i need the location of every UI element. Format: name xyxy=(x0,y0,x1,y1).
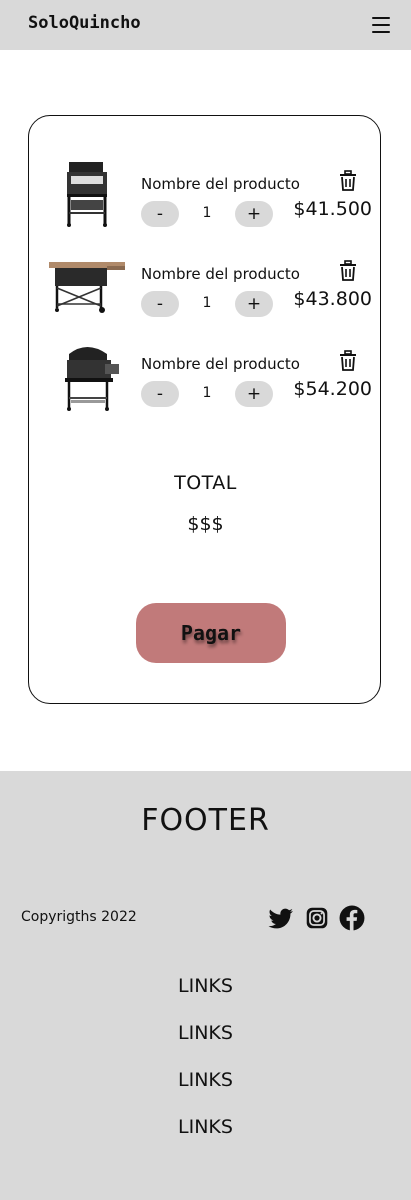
grill-product-image xyxy=(67,162,107,227)
increase-quantity-button[interactable]: + xyxy=(235,381,273,407)
product-name: Nombre del producto xyxy=(141,355,300,373)
menu-line xyxy=(372,31,390,33)
product-price: $54.200 xyxy=(293,378,372,400)
instagram-icon[interactable] xyxy=(304,905,330,931)
footer-title: FOOTER xyxy=(141,803,270,838)
product-name: Nombre del producto xyxy=(141,265,300,283)
trash-icon[interactable] xyxy=(338,260,358,282)
quantity-value: 1 xyxy=(202,385,212,401)
total-label: TOTAL xyxy=(174,472,237,494)
quantity-value: 1 xyxy=(202,205,212,221)
pay-button[interactable]: Pagar xyxy=(136,603,286,663)
footer-link[interactable]: LINKS xyxy=(0,1114,411,1161)
footer-links: LINKS LINKS LINKS LINKS xyxy=(0,973,411,1161)
cart-card: Nombre del producto - 1 + $41.500 Nombre… xyxy=(28,115,381,704)
cart-item: Nombre del producto - 1 + $43.800 xyxy=(29,248,382,328)
increase-quantity-button[interactable]: + xyxy=(235,291,273,317)
cart-item: Nombre del producto - 1 + $54.200 xyxy=(29,338,382,418)
decrease-quantity-button[interactable]: - xyxy=(141,201,179,227)
footer-link[interactable]: LINKS xyxy=(0,1020,411,1067)
grill-product-image xyxy=(49,262,125,313)
copyright-text: Copyrigths 2022 xyxy=(21,909,137,925)
product-price: $43.800 xyxy=(293,288,372,310)
hamburger-menu-icon[interactable] xyxy=(370,15,392,35)
menu-line xyxy=(372,24,390,26)
trash-icon[interactable] xyxy=(338,170,358,192)
footer: FOOTER Copyrigths 2022 LINKS LINKS LINKS… xyxy=(0,771,411,1200)
menu-line xyxy=(372,17,390,19)
facebook-icon[interactable] xyxy=(339,905,365,931)
trash-icon[interactable] xyxy=(338,350,358,372)
quantity-value: 1 xyxy=(202,295,212,311)
footer-link[interactable]: LINKS xyxy=(0,1067,411,1114)
product-price: $41.500 xyxy=(293,198,372,220)
twitter-icon[interactable] xyxy=(268,905,294,931)
cart-item: Nombre del producto - 1 + $41.500 xyxy=(29,158,382,238)
top-header: SoloQuincho xyxy=(0,0,411,50)
grill-product-image xyxy=(65,347,119,411)
decrease-quantity-button[interactable]: - xyxy=(141,291,179,317)
footer-link[interactable]: LINKS xyxy=(0,973,411,1020)
product-name: Nombre del producto xyxy=(141,175,300,193)
brand-logo[interactable]: SoloQuincho xyxy=(28,13,141,33)
total-value: $$$ xyxy=(187,513,224,535)
decrease-quantity-button[interactable]: - xyxy=(141,381,179,407)
increase-quantity-button[interactable]: + xyxy=(235,201,273,227)
